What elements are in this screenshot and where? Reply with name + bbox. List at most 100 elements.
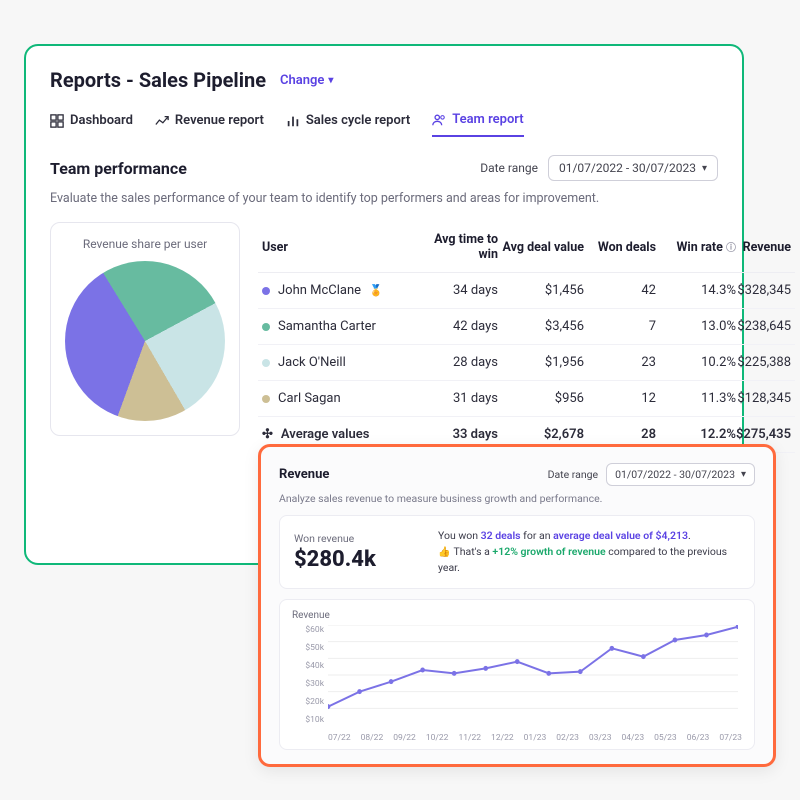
report-header: Reports - Sales Pipeline Change ▾ xyxy=(50,68,718,92)
user-cell: Carl Sagan xyxy=(262,391,412,406)
user-color-dot xyxy=(262,359,270,367)
revenue-date-range: Date range 01/07/2022 - 30/07/2023 ▾ xyxy=(548,463,755,486)
user-color-dot xyxy=(262,395,270,403)
user-name: Carl Sagan xyxy=(278,391,341,406)
revenue-title: Revenue xyxy=(279,467,329,482)
avg-deal-link[interactable]: average deal value of $4,213 xyxy=(553,529,688,542)
th-revenue: Revenue xyxy=(736,240,791,255)
tab-revenue-report[interactable]: Revenue report xyxy=(155,112,264,137)
won-cell: 7 xyxy=(584,319,656,334)
th-won: Won deals xyxy=(584,240,656,255)
avg-deal-cell: $3,456 xyxy=(498,319,584,334)
tab-label: Revenue report xyxy=(175,113,264,128)
tab-label: Dashboard xyxy=(70,113,133,128)
table-row[interactable]: Carl Sagan31 days$9561211.3%$128,345 xyxy=(258,381,795,417)
sigma-icon: ✣ xyxy=(262,427,273,442)
team-table: User Avg time to win Avg deal value Won … xyxy=(258,222,795,453)
revenue-cell: $225,388 xyxy=(736,355,791,370)
revenue-chart: $60k$50k$40k$30k$20k$10k 07/2208/2209/22… xyxy=(292,625,742,743)
team-content: Revenue share per user User Avg time to … xyxy=(50,222,718,453)
users-icon xyxy=(432,113,446,127)
th-user: User xyxy=(262,240,412,255)
thumbs-up-icon: 👍 xyxy=(438,547,450,558)
win-rate-cell: 13.0% xyxy=(656,319,736,334)
won-revenue-value: $280.4k xyxy=(294,547,414,572)
table-row[interactable]: Samantha Carter 42 days$3,456713.0%$238,6… xyxy=(258,309,795,345)
report-tabs: Dashboard Revenue report Sales cycle rep… xyxy=(50,112,718,137)
bar-chart-icon xyxy=(286,114,300,128)
won-cell: 23 xyxy=(584,355,656,370)
revenue-summary-text: You won 32 deals for an average deal val… xyxy=(438,528,740,576)
chevron-down-icon: ▾ xyxy=(328,75,333,86)
revenue-summary-card: Won revenue $280.4k You won 32 deals for… xyxy=(279,515,755,589)
avg-deal-cell: $1,456 xyxy=(498,283,584,298)
revenue-cell: $238,645 xyxy=(736,319,791,334)
date-range-label: Date range xyxy=(480,161,538,175)
avg-deal-cell: $956 xyxy=(498,391,584,406)
tab-dashboard[interactable]: Dashboard xyxy=(50,112,133,137)
date-range-picker[interactable]: 01/07/2022 - 30/07/2023 ▾ xyxy=(606,463,755,486)
tab-label: Team report xyxy=(452,112,523,127)
avg-time-cell: 28 days xyxy=(412,355,498,370)
avg-deal-cell: $1,956 xyxy=(498,355,584,370)
table-body: John McClane 🏅34 days$1,4564214.3%$328,3… xyxy=(258,273,795,453)
avg-time-cell: 34 days xyxy=(412,283,498,298)
revenue-header: Revenue Date range 01/07/2022 - 30/07/20… xyxy=(279,463,755,486)
user-cell: Jack O'Neill xyxy=(262,355,412,370)
avg-time-cell: 31 days xyxy=(412,391,498,406)
date-range-value: 01/07/2022 - 30/07/2023 xyxy=(559,161,696,175)
tab-team-report[interactable]: Team report xyxy=(432,112,523,137)
revenue-chart-title: Revenue xyxy=(292,610,742,621)
team-subtitle: Evaluate the sales performance of your t… xyxy=(50,191,718,206)
trend-up-icon xyxy=(155,114,169,128)
medal-icon: 🏅 xyxy=(369,284,383,297)
deals-count-link[interactable]: 32 deals xyxy=(481,529,521,542)
th-avg-deal: Avg deal value xyxy=(498,240,584,255)
tab-sales-cycle-report[interactable]: Sales cycle report xyxy=(286,112,410,137)
user-color-dot xyxy=(262,323,270,331)
pie-title: Revenue share per user xyxy=(65,237,225,251)
won-revenue-block: Won revenue $280.4k xyxy=(294,532,414,572)
revenue-share-pie xyxy=(65,261,225,421)
revenue-cell: $328,345 xyxy=(736,283,791,298)
y-axis-labels: $60k$50k$40k$30k$20k$10k xyxy=(292,625,324,725)
won-cell: 42 xyxy=(584,283,656,298)
revenue-cell: $128,345 xyxy=(736,391,791,406)
table-row[interactable]: Jack O'Neill 28 days$1,9562310.2%$225,388 xyxy=(258,345,795,381)
section-header: Team performance Date range 01/07/2022 -… xyxy=(50,155,718,181)
dashboard-icon xyxy=(50,114,64,128)
win-rate-cell: 10.2% xyxy=(656,355,736,370)
chevron-down-icon: ▾ xyxy=(741,469,746,480)
user-cell: ✣ Average values xyxy=(262,427,412,442)
growth-value: +12% growth of revenue xyxy=(492,545,605,558)
user-cell: Samantha Carter xyxy=(262,319,412,334)
revenue-window: Revenue Date range 01/07/2022 - 30/07/20… xyxy=(258,444,776,767)
avg-time-cell: 42 days xyxy=(412,319,498,334)
date-range-value: 01/07/2022 - 30/07/2023 xyxy=(615,468,735,481)
table-row[interactable]: John McClane 🏅34 days$1,4564214.3%$328,3… xyxy=(258,273,795,309)
info-icon[interactable]: ⓘ xyxy=(726,243,736,254)
user-name: Jack O'Neill xyxy=(278,355,346,370)
revenue-share-card: Revenue share per user xyxy=(50,222,240,436)
change-report-link[interactable]: Change ▾ xyxy=(280,73,333,88)
team-performance-title: Team performance xyxy=(50,159,187,178)
win-rate-cell: 11.3% xyxy=(656,391,736,406)
won-revenue-label: Won revenue xyxy=(294,532,414,545)
chart-plot xyxy=(328,625,738,725)
th-avg-time: Avg time to win xyxy=(412,232,498,262)
win-rate-cell: 14.3% xyxy=(656,283,736,298)
tab-label: Sales cycle report xyxy=(306,113,410,128)
table-header: User Avg time to win Avg deal value Won … xyxy=(258,222,795,273)
change-label: Change xyxy=(280,73,324,88)
th-win-rate: Win rate ⓘ xyxy=(656,239,736,255)
revenue-subtitle: Analyze sales revenue to measure busines… xyxy=(279,492,755,505)
avg-label: Average values xyxy=(281,427,370,442)
date-range-label: Date range xyxy=(548,468,599,481)
user-name: Samantha Carter xyxy=(278,319,376,334)
user-cell: John McClane 🏅 xyxy=(262,283,412,298)
user-color-dot xyxy=(262,287,270,295)
page-title: Reports - Sales Pipeline xyxy=(50,68,266,92)
date-range-control: Date range 01/07/2022 - 30/07/2023 ▾ xyxy=(480,155,718,181)
revenue-chart-card: Revenue $60k$50k$40k$30k$20k$10k 07/2208… xyxy=(279,599,755,750)
date-range-picker[interactable]: 01/07/2022 - 30/07/2023 ▾ xyxy=(548,155,718,181)
